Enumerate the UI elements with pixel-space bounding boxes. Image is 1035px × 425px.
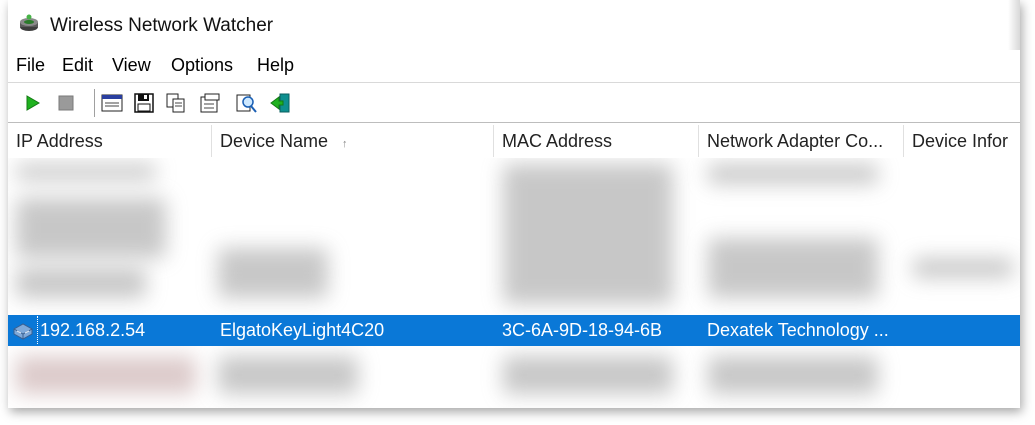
column-network-adapter-company[interactable]: Network Adapter Co... [699,123,903,159]
window-title: Wireless Network Watcher [50,15,274,36]
redacted-row [16,268,146,298]
toolbar [8,82,1020,123]
app-window: Wireless Network Watcher File Edit View … [8,0,1020,408]
network-device-icon [12,320,34,340]
find-icon[interactable] [234,91,258,115]
column-ip-address[interactable]: IP Address [8,123,211,159]
column-label: Device Infor [912,131,1009,151]
sort-ascending-icon: ↑ [342,138,348,150]
device-list[interactable]: 192.168.2.54 ElgatoKeyLight4C20 3C-6A-9D… [8,158,1020,408]
redacted-row [218,356,358,394]
copy-icon[interactable] [164,91,188,115]
wireless-network-icon [18,13,40,33]
column-mac-address[interactable]: MAC Address [494,123,698,159]
save-icon[interactable] [132,91,156,115]
redacted-row [16,164,156,180]
redacted-row [16,198,166,258]
list-header: IP Address Device Name ↑ MAC Address Netw… [8,122,1020,160]
redacted-row [218,248,328,298]
column-label: IP Address [16,131,103,151]
redacted-row [16,356,196,394]
title-bar: Wireless Network Watcher [8,0,1020,120]
stop-icon[interactable] [54,91,78,115]
menu-bar: File Edit View Options Help [8,50,1020,82]
redacted-row [913,258,1013,278]
redacted-row [708,164,878,184]
menu-edit[interactable]: Edit [62,55,93,76]
toolbar-separator [94,89,95,117]
redacted-row [503,356,673,394]
menu-help[interactable]: Help [257,55,294,76]
redacted-row [708,356,878,394]
column-label: Device Name [220,131,329,151]
table-row-selected[interactable]: 192.168.2.54 ElgatoKeyLight4C20 3C-6A-9D… [8,315,1020,346]
start-icon[interactable] [20,91,44,115]
menu-options[interactable]: Options [171,55,233,76]
redacted-row [503,164,673,304]
html-report-icon[interactable] [100,91,124,115]
column-device-name[interactable]: Device Name ↑ [212,123,493,159]
properties-icon[interactable] [198,91,222,115]
redacted-row [708,238,878,298]
cell-mac-address: 3C-6A-9D-18-94-6B [502,320,663,340]
column-device-information[interactable]: Device Infor [904,123,1020,159]
cell-ip-address: 192.168.2.54 [40,320,146,340]
cell-device-name: ElgatoKeyLight4C20 [220,320,385,340]
menu-file[interactable]: File [16,55,45,76]
menu-view[interactable]: View [112,55,151,76]
exit-icon[interactable] [268,91,292,115]
cell-device-information [912,315,1020,346]
column-label: MAC Address [502,131,613,151]
column-label: Network Adapter Co... [707,131,884,151]
cell-adapter-company: Dexatek Technology ... [707,320,889,340]
